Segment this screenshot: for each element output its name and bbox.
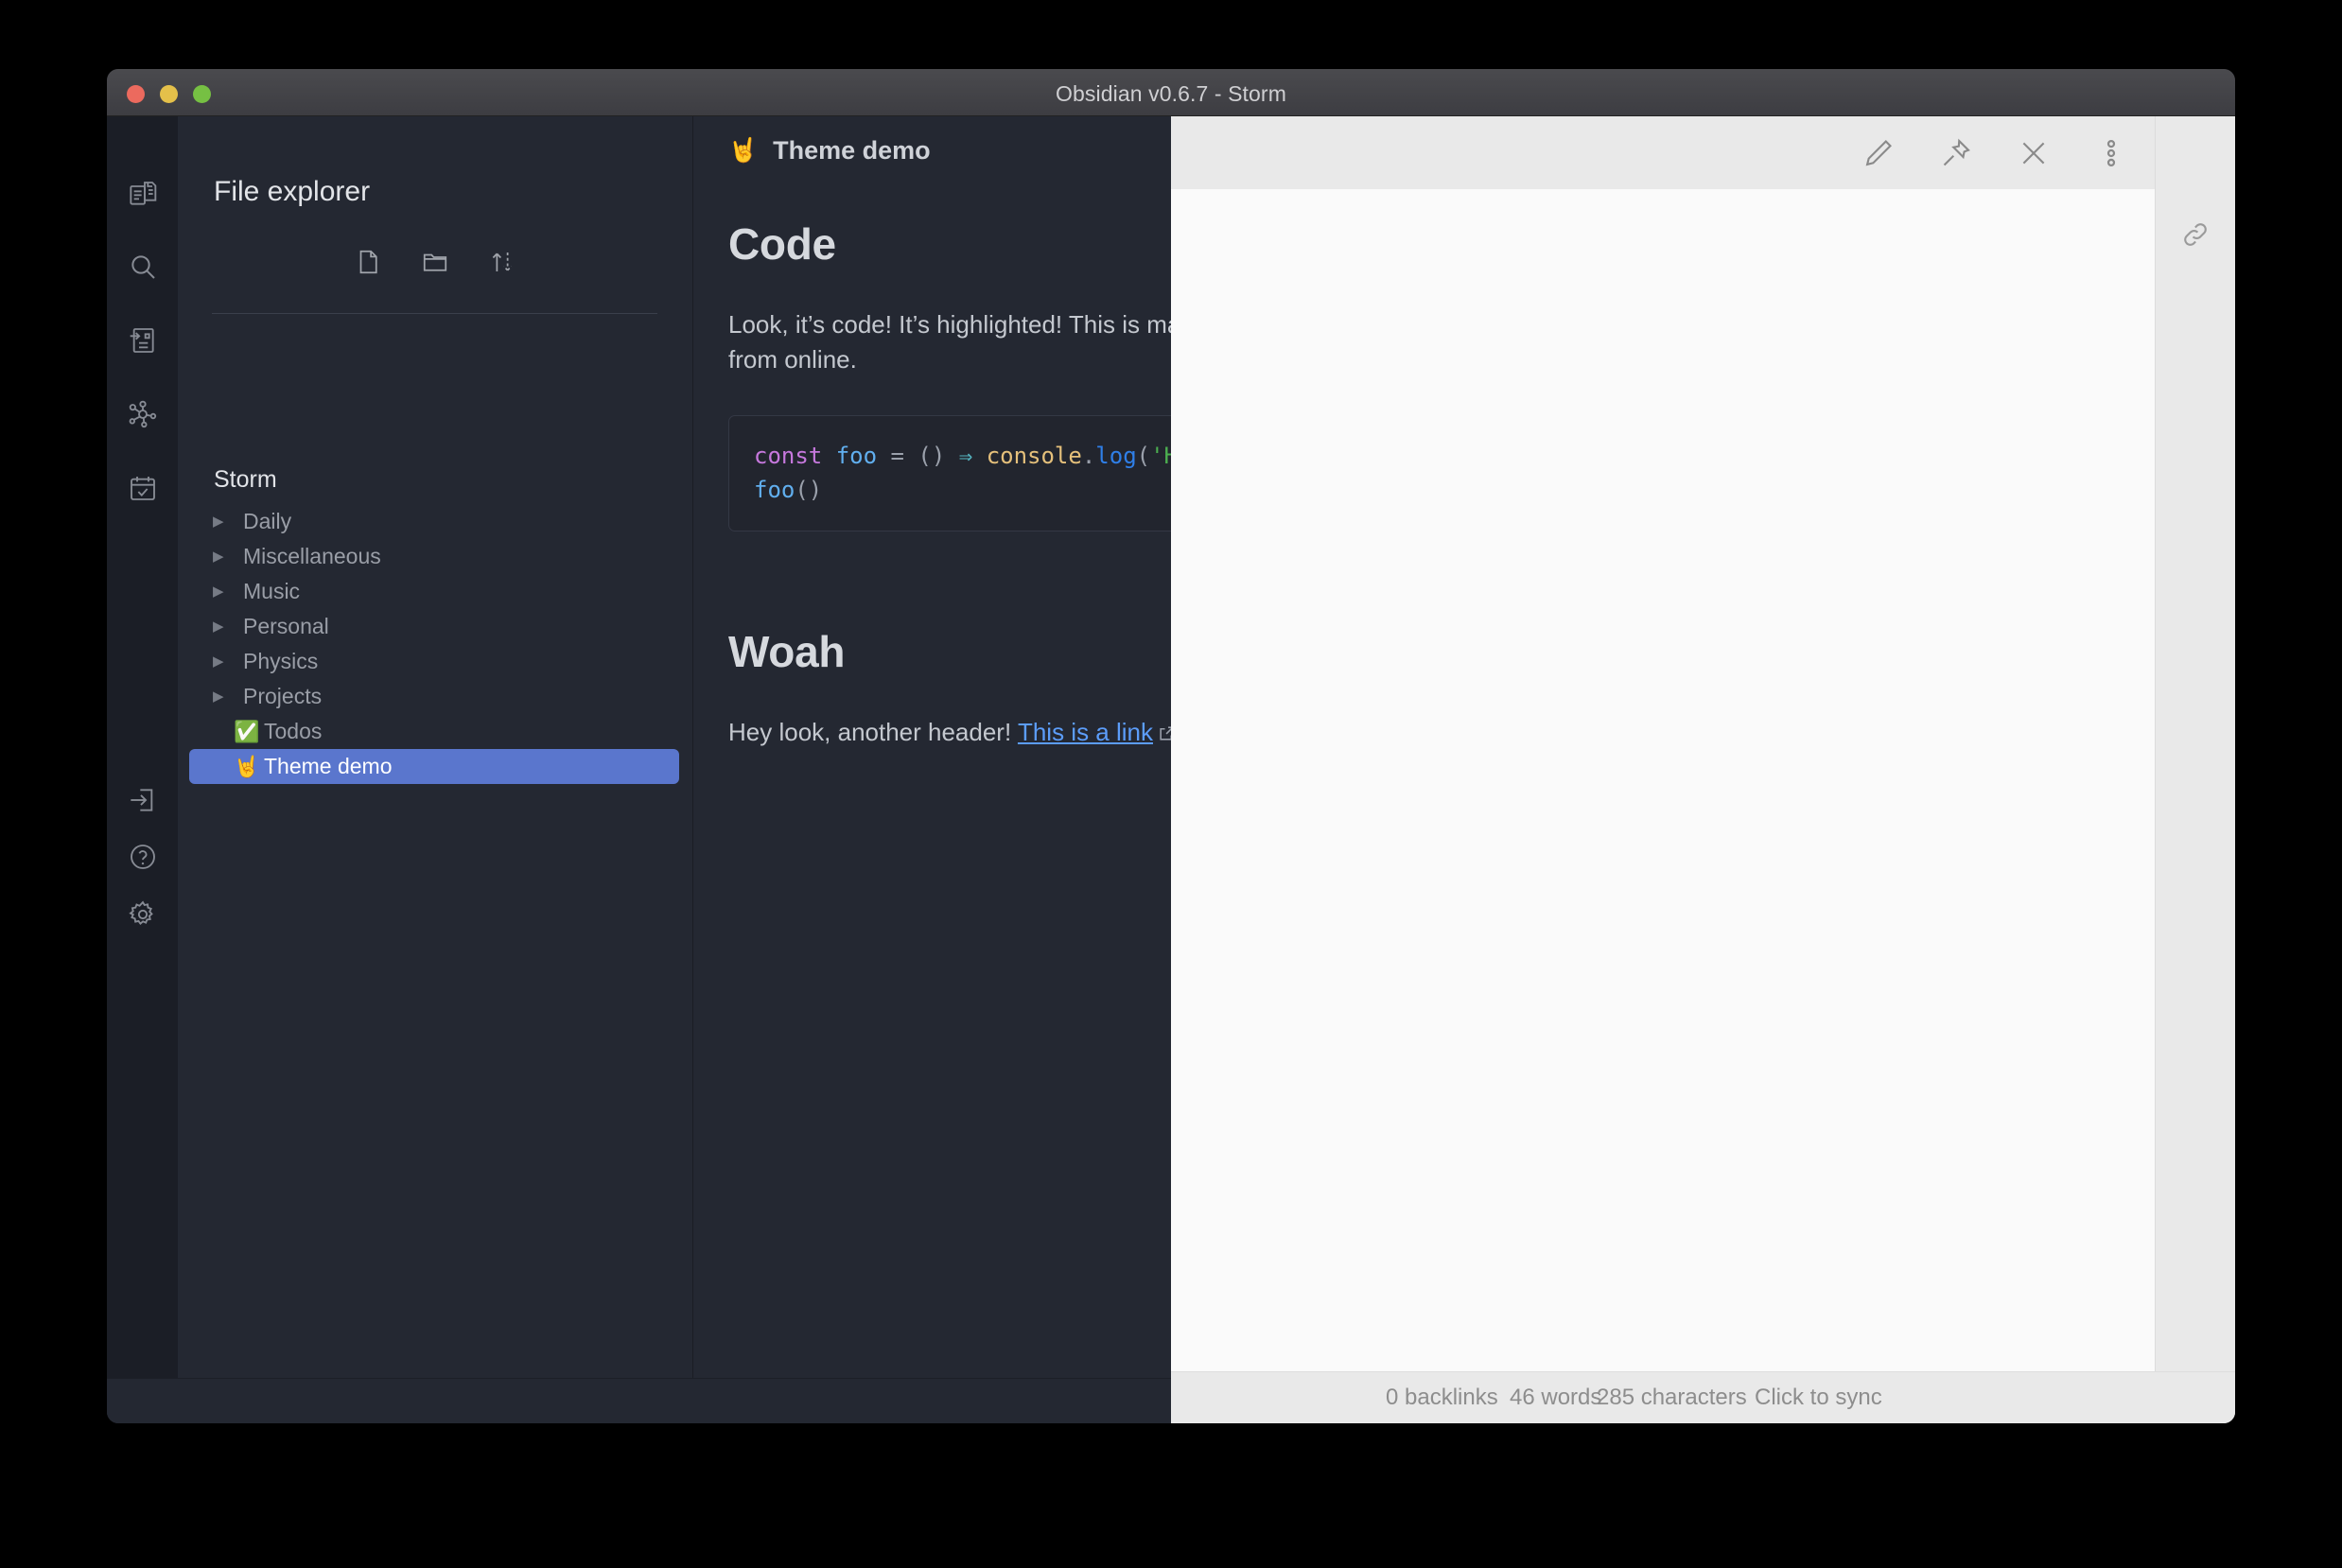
code-token-dot: . <box>1081 442 1096 469</box>
status-sync-button[interactable]: Click to sync <box>1755 1385 1882 1411</box>
code-token-console: console <box>986 442 1082 469</box>
chevron-right-icon[interactable]: ▶ <box>213 654 234 669</box>
explorer-toolbar <box>178 245 692 279</box>
google-link[interactable]: This is a link <box>1018 718 1153 746</box>
tree-item-emoji-icon: ✅ <box>234 719 260 743</box>
help-icon[interactable] <box>124 838 162 876</box>
tree-item-miscellaneous[interactable]: ▶ Miscellaneous <box>189 539 679 574</box>
tab-title: Theme demo <box>773 135 931 165</box>
title-bar: Obsidian v0.6.7 - Storm <box>107 69 2235 116</box>
chevron-right-icon[interactable]: ▶ <box>213 514 234 529</box>
tree-item-personal[interactable]: ▶ Personal <box>189 609 679 644</box>
code-token-log: log <box>1095 442 1137 469</box>
vault-name: Storm <box>214 466 277 493</box>
code-token-call-parens: () <box>795 477 823 504</box>
tree-item-daily[interactable]: ▶ Daily <box>189 504 679 539</box>
popover-status-bar: 0 backlinks 46 words 285 characters Clic… <box>1171 1371 2235 1423</box>
tree-item-label: Daily <box>243 509 292 533</box>
tree-item-label: Miscellaneous <box>243 544 381 568</box>
code-token-equals: = <box>890 442 904 469</box>
edit-icon[interactable] <box>1859 133 1898 173</box>
graph-view-icon[interactable] <box>124 395 162 433</box>
tree-item-label: Personal <box>243 614 329 638</box>
tree-item-label: Music <box>243 579 301 603</box>
pin-icon[interactable] <box>1936 133 1976 173</box>
files-icon[interactable] <box>124 175 162 213</box>
paragraph-woah-before: Hey look, another header! <box>728 717 1018 746</box>
settings-icon[interactable] <box>124 896 162 933</box>
code-token-const: const <box>754 442 823 469</box>
left-ribbon <box>107 116 178 1423</box>
code-token-foo-call: foo <box>754 477 795 504</box>
preview-popover: 0 backlinks 46 words 285 characters Clic… <box>1171 116 2235 1423</box>
chevron-right-icon[interactable]: ▶ <box>213 584 234 599</box>
tree-item-projects[interactable]: ▶ Projects <box>189 679 679 714</box>
tree-item-emoji-icon: 🤘 <box>234 754 260 778</box>
chevron-right-icon[interactable]: ▶ <box>213 549 234 564</box>
new-note-icon[interactable] <box>351 245 385 279</box>
tree-item-music[interactable]: ▶ Music <box>189 574 679 609</box>
code-token-arrow: ⇒ <box>958 442 973 469</box>
more-options-icon[interactable] <box>2091 133 2131 173</box>
search-icon[interactable] <box>124 248 162 286</box>
code-token-open-paren: ( <box>1136 442 1151 469</box>
popover-toolbar <box>1171 116 2235 189</box>
tab-emoji-icon: 🤘 <box>728 136 759 164</box>
window-title: Obsidian v0.6.7 - Storm <box>1056 81 1286 106</box>
new-folder-icon[interactable] <box>418 245 452 279</box>
tree-item-label: Theme demo <box>264 754 393 778</box>
page-title: File explorer <box>214 176 371 207</box>
status-backlinks[interactable]: 0 backlinks <box>1386 1385 1498 1411</box>
open-vault-icon[interactable] <box>124 781 162 819</box>
sort-icon[interactable] <box>485 245 519 279</box>
right-sidebar-rail <box>2155 116 2235 1371</box>
quick-switcher-icon[interactable] <box>124 322 162 359</box>
backlinks-icon[interactable] <box>2176 216 2214 253</box>
tree-item-physics[interactable]: ▶ Physics <box>189 644 679 679</box>
tree-item-label: Physics <box>243 649 319 673</box>
code-token-foo: foo <box>835 442 878 469</box>
chevron-right-icon[interactable]: ▶ <box>213 619 234 634</box>
daily-note-icon[interactable] <box>124 469 162 507</box>
tree-item-label: Todos <box>264 719 323 743</box>
code-token-parens: () <box>918 442 946 469</box>
tree-item-theme-demo[interactable]: 🤘 Theme demo <box>189 749 679 784</box>
tree-item-label: Projects <box>243 684 323 708</box>
status-character-count[interactable]: 285 characters <box>1597 1385 1747 1411</box>
divider <box>212 313 657 314</box>
file-tree: ▶ Daily ▶ Miscellaneous ▶ Music ▶ Personal ▶ Phys… <box>189 504 679 784</box>
status-word-count[interactable]: 46 words <box>1510 1385 1601 1411</box>
obsidian-window: Obsidian v0.6.7 - Storm File explorer St… <box>107 69 2235 1423</box>
chevron-right-icon[interactable]: ▶ <box>213 689 234 704</box>
tree-item-todos[interactable]: ✅ Todos <box>189 714 679 749</box>
file-explorer-panel: File explorer Storm ▶ Daily ▶ Miscellane… <box>178 116 693 1423</box>
close-icon[interactable] <box>2014 133 2054 173</box>
